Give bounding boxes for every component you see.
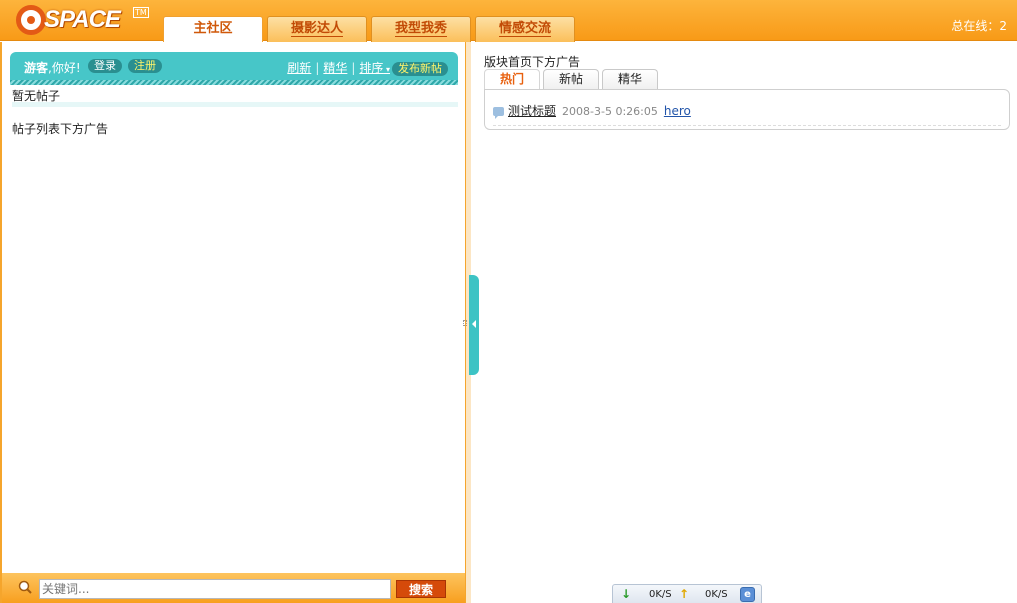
sort-dropdown[interactable]: 排序 ▾	[359, 61, 390, 75]
logo-text: SPACE	[44, 6, 121, 33]
post-list: 测试标题 2008-3-5 0:26:05 hero	[484, 89, 1010, 130]
top-bar: SPACE TM 主社区 摄影达人 我型我秀 情感交流 总在线：2	[0, 0, 1017, 42]
download-speed: 0K/S	[649, 589, 672, 600]
network-speed-widget: ↓ 0K/S ↑ 0K/S e	[612, 584, 762, 603]
online-count: 总在线：2	[951, 19, 1007, 33]
post-divider	[493, 125, 1001, 126]
tab-photography[interactable]: 摄影达人	[267, 16, 367, 42]
tab-main-community[interactable]: 主社区	[163, 16, 263, 42]
user-bar-links: 刷新 | 精华 | 排序 ▾ 发布新帖	[287, 59, 448, 76]
post-date: 2008-3-5 0:26:05	[562, 105, 658, 118]
refresh-link[interactable]: 刷新	[287, 61, 311, 75]
upload-speed: 0K/S	[705, 589, 728, 600]
search-button[interactable]: 搜索	[396, 580, 446, 598]
tab-new-posts[interactable]: 新帖	[543, 69, 599, 89]
tab-emotion[interactable]: 情感交流	[475, 16, 575, 42]
register-button[interactable]: 注册	[128, 59, 162, 73]
list-item: 测试标题 2008-3-5 0:26:05 hero	[493, 102, 691, 119]
collapse-panel-handle[interactable]	[469, 275, 479, 375]
greeting-text: ,你好!	[48, 61, 81, 75]
qspace-logo[interactable]: SPACE TM	[16, 3, 156, 35]
browser-icon[interactable]: e	[740, 587, 755, 602]
search-input[interactable]	[39, 579, 391, 599]
guest-name: 游客	[24, 61, 49, 75]
user-bar-stripe	[10, 80, 458, 85]
list-divider	[12, 102, 458, 107]
logo-trademark: TM	[133, 7, 149, 18]
search-icon	[18, 580, 32, 594]
board-home-bottom-ad: 版块首页下方广告	[484, 55, 581, 69]
tab-hot[interactable]: 热门	[484, 69, 540, 89]
sort-label: 排序	[359, 61, 384, 75]
digest-link[interactable]: 精华	[323, 61, 347, 75]
resize-grip-icon[interactable]	[463, 320, 467, 326]
comment-icon	[493, 107, 504, 119]
post-list-bottom-ad: 帖子列表下方广告	[12, 122, 109, 136]
download-arrow-icon: ↓	[621, 587, 632, 601]
chevron-down-icon: ▾	[383, 65, 390, 74]
post-title-link[interactable]: 测试标题	[508, 104, 556, 118]
greeting: 游客,你好!	[24, 59, 81, 76]
separator: |	[315, 61, 320, 75]
tab-show-style[interactable]: 我型我秀	[371, 16, 471, 42]
post-author-link[interactable]: hero	[664, 104, 691, 118]
left-panel: 游客,你好! 登录 注册 刷新 | 精华 | 排序 ▾ 发布新帖 暂无帖子 帖子列表下方广…	[0, 42, 466, 603]
login-button[interactable]: 登录	[88, 59, 122, 73]
logo-q-icon	[16, 5, 46, 35]
upload-arrow-icon: ↑	[679, 587, 690, 601]
search-bar: 搜索	[2, 573, 465, 603]
post-new-button[interactable]: 发布新帖	[392, 62, 448, 76]
tab-digest[interactable]: 精华	[602, 69, 658, 89]
separator: |	[351, 61, 356, 75]
